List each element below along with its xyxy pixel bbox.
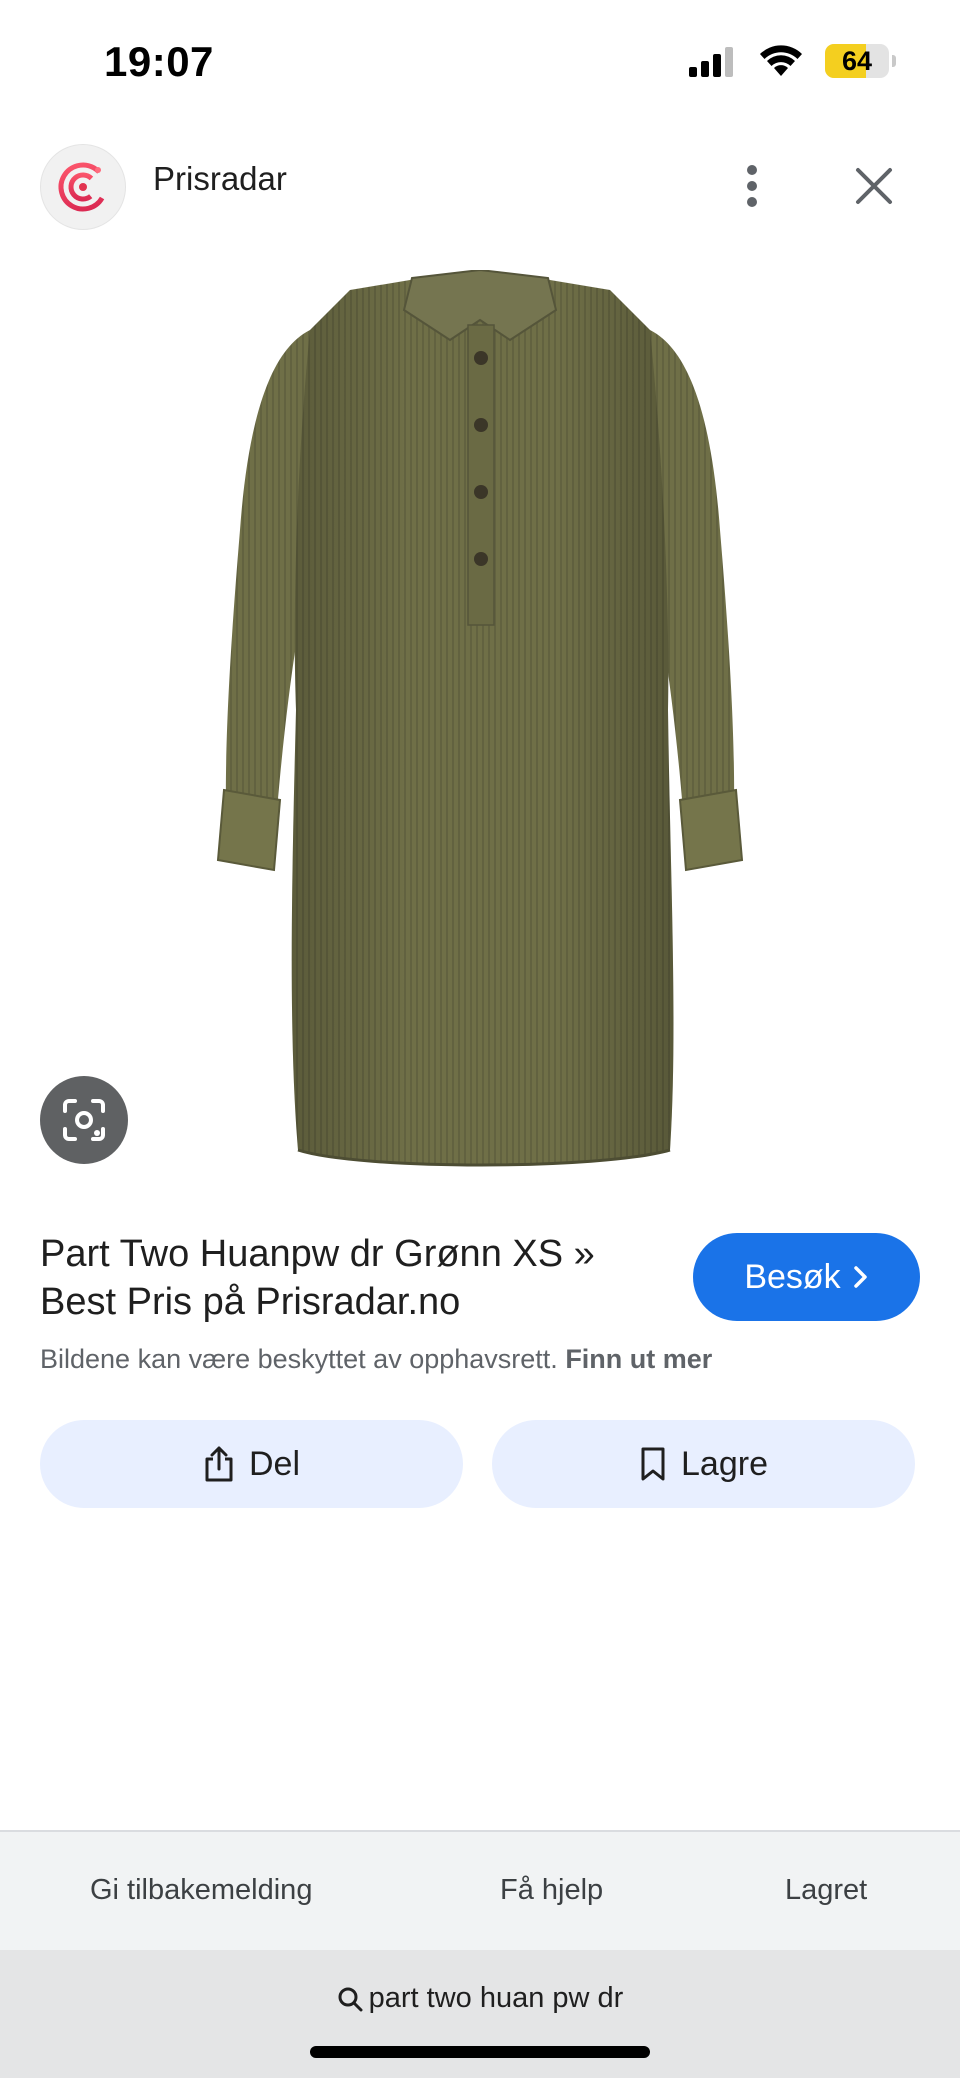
help-link[interactable]: Få hjelp	[500, 1874, 603, 1907]
chevron-right-icon	[853, 1266, 867, 1288]
more-options-button[interactable]	[728, 154, 776, 218]
visit-button-label: Besøk	[744, 1257, 841, 1296]
search-query: part two huan pw dr	[368, 1982, 624, 2014]
result-header: Prisradar	[0, 140, 960, 240]
cellular-signal-icon	[689, 47, 733, 77]
copyright-text: Bildene kan være beskyttet av opphavsret…	[40, 1344, 558, 1374]
share-icon	[205, 1446, 233, 1482]
close-icon	[856, 168, 892, 204]
wifi-icon	[760, 45, 802, 76]
prisradar-logo[interactable]	[40, 144, 126, 230]
feedback-link[interactable]: Gi tilbakemelding	[90, 1874, 312, 1907]
status-icons: 64	[689, 44, 896, 78]
save-button[interactable]: Lagre	[492, 1420, 915, 1508]
share-button-label: Del	[248, 1444, 301, 1483]
battery-icon: 64	[825, 44, 889, 78]
result-title[interactable]: Part Two Huanpw dr Grønn XS » Best Pris …	[40, 1230, 660, 1326]
bookmark-icon	[641, 1447, 665, 1481]
home-indicator[interactable]	[310, 2046, 650, 2058]
share-button[interactable]: Del	[40, 1420, 463, 1508]
learn-more-link[interactable]: Finn ut mer	[565, 1344, 712, 1374]
battery-cap	[892, 55, 896, 67]
saved-link[interactable]: Lagret	[785, 1874, 867, 1907]
bottom-bar: Gi tilbakemelding Få hjelp Lagret	[0, 1830, 960, 1950]
copyright-notice: Bildene kan være beskyttet av opphavsret…	[40, 1344, 712, 1375]
status-time: 19:07	[104, 38, 214, 85]
search-icon	[338, 1987, 363, 2011]
search-bar[interactable]: part two huan pw dr	[0, 1950, 960, 2078]
google-lens-button[interactable]	[40, 1076, 128, 1164]
more-vertical-icon	[747, 165, 757, 207]
status-bar: 19:07 64	[0, 0, 960, 120]
visit-button[interactable]: Besøk	[693, 1233, 920, 1321]
site-name[interactable]: Prisradar	[153, 160, 287, 198]
battery-level: 64	[841, 45, 873, 76]
google-lens-icon	[63, 1099, 105, 1141]
save-button-label: Lagre	[681, 1444, 768, 1483]
search-query-container[interactable]: part two huan pw dr	[0, 1982, 960, 2015]
close-button[interactable]	[842, 154, 906, 218]
product-image[interactable]	[200, 268, 760, 1180]
